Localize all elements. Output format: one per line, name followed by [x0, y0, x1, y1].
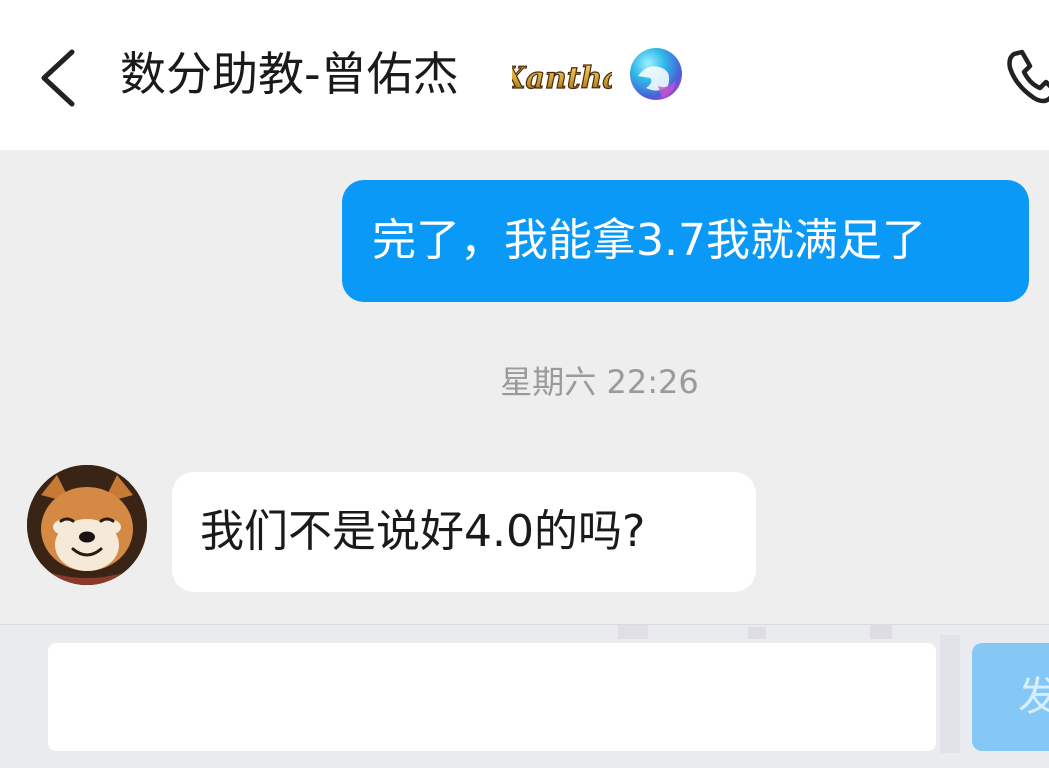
vip-badge[interactable]: Xantha [500, 52, 623, 104]
chevron-left-icon [41, 49, 75, 107]
message-input[interactable] [48, 643, 936, 751]
background-noise [940, 635, 960, 753]
chat-messages-area[interactable]: 完了，我能拿3.7我就满足了 星期六 22:26 我们不是说好4.0的吗? [0, 150, 1049, 624]
shiba-dog-avatar-icon [27, 465, 147, 585]
chat-title[interactable]: 数分助教-曾佑杰 [120, 44, 459, 104]
background-noise [748, 627, 766, 639]
message-timestamp: 星期六 22:26 [500, 363, 699, 401]
svg-text:Xantha: Xantha [512, 61, 612, 96]
send-button[interactable]: 发 [972, 643, 1049, 751]
sphere-badge-icon[interactable] [628, 46, 684, 102]
phone-call-button[interactable] [1000, 40, 1049, 110]
message-input-bar: 发 [0, 624, 1049, 768]
outgoing-message-bubble[interactable]: 完了，我能拿3.7我就满足了 [342, 180, 1029, 302]
background-noise [870, 625, 892, 639]
back-button[interactable] [30, 40, 90, 110]
phone-icon [1007, 49, 1049, 104]
chat-header: 数分助教-曾佑杰 Xantha [0, 0, 1049, 150]
incoming-message-bubble[interactable]: 我们不是说好4.0的吗? [172, 472, 756, 592]
background-noise [618, 625, 648, 639]
contact-avatar[interactable] [27, 465, 147, 585]
